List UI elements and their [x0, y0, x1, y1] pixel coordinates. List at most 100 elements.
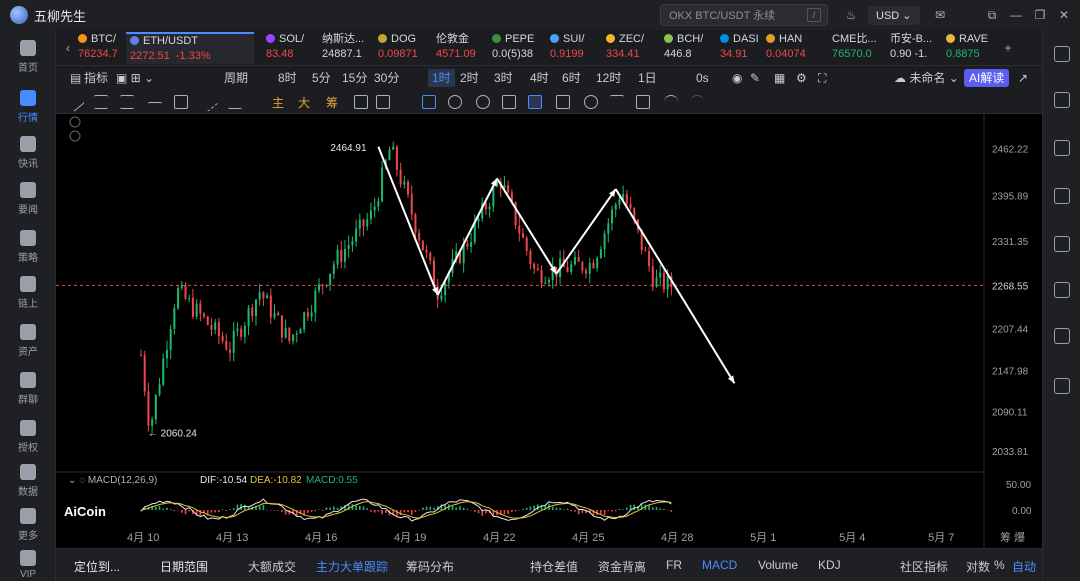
bot-icon[interactable] — [1054, 328, 1070, 344]
minimize-icon[interactable]: — — [1008, 7, 1024, 23]
axis-right-toggles[interactable]: 筹 爆 — [1000, 530, 1025, 544]
transfer-icon[interactable] — [1054, 378, 1070, 394]
interval-3时[interactable]: 3时 — [494, 69, 513, 87]
grid-tool-icon[interactable] — [354, 95, 368, 109]
ticker-6[interactable]: PEPE 0.0(5)38 — [488, 32, 544, 64]
bottom-item-4[interactable]: 筹码分布 — [406, 558, 454, 575]
indicator-icon[interactable]: ▤ — [70, 69, 81, 87]
sidebar-item-9[interactable]: 数据 — [0, 458, 56, 504]
bottom-item-6[interactable]: 资金背离 — [598, 558, 646, 575]
bottom-item-12[interactable]: 对数 — [966, 558, 990, 575]
ticker-5[interactable]: 伦敦金 4571.09 — [432, 32, 486, 64]
sidebar-item-1[interactable]: 行情 — [0, 84, 56, 130]
interval-6时[interactable]: 6时 — [562, 69, 581, 87]
layout-name[interactable]: ☁ 未命名 ⌄ — [894, 69, 959, 87]
measure-tool-icon[interactable] — [228, 95, 242, 109]
parallel-tool-icon[interactable] — [94, 95, 108, 109]
interval-8时[interactable]: 8时 — [278, 69, 297, 87]
ticker-1[interactable]: ETH/USDT 2272.51 -1.33% — [126, 32, 254, 64]
candlestick-chart[interactable]: 2462.22 2395.89 2331.35 2268.55 2207.44 2147.… — [56, 114, 1042, 548]
period-button[interactable]: 周期 — [224, 69, 248, 87]
close-icon[interactable]: ✕ — [1056, 7, 1072, 23]
share-icon[interactable]: ↗ — [1018, 69, 1028, 87]
popout-icon[interactable]: ⧉ — [984, 7, 1000, 23]
channel-tool-icon[interactable] — [120, 95, 134, 109]
undo-icon[interactable] — [664, 95, 678, 109]
bottom-item-11[interactable]: 社区指标 — [900, 558, 948, 575]
mail-icon[interactable]: ✉ — [932, 7, 948, 23]
bottom-item-3[interactable]: 主力大单跟踪 — [316, 558, 388, 575]
bottom-item-13[interactable]: % — [994, 558, 1005, 572]
macd-title[interactable]: ⌄ ◌ MACD(12,26,9) — [68, 475, 157, 486]
template-icon[interactable]: ▣ ⊞ ⌄ — [116, 69, 154, 87]
currency-select[interactable]: USD ⌄ — [868, 6, 920, 25]
ticker-12[interactable]: CME比... 76570.0 — [828, 32, 884, 64]
ai-button[interactable]: AI解读 — [964, 69, 1010, 87]
ticker-2[interactable]: SOL/83.48 — [262, 32, 314, 64]
sidebar-item-10[interactable]: 更多 — [0, 502, 56, 548]
ticker-4[interactable]: DOG 0.09871 — [374, 32, 428, 64]
sidebar-item-4[interactable]: 策略 — [0, 224, 56, 270]
copy-tool-icon[interactable] — [422, 95, 436, 109]
interval-4时[interactable]: 4时 — [530, 69, 549, 87]
ticker-14[interactable]: RAVE 0.8875 — [942, 32, 990, 64]
ticker-3[interactable]: 纳斯达... 24887.1 — [318, 32, 370, 64]
interval-1日[interactable]: 1日 — [638, 69, 657, 87]
sidebar-item-0[interactable]: 首页 — [0, 34, 56, 80]
delete-tool-icon[interactable] — [636, 95, 650, 109]
bottom-item-7[interactable]: FR — [666, 558, 682, 572]
watchlist-icon[interactable] — [1054, 46, 1070, 62]
fib-tool-icon[interactable] — [199, 92, 219, 112]
sidebar-item-5[interactable]: 链上 — [0, 270, 56, 316]
interval-15分[interactable]: 15分 — [342, 69, 367, 87]
add-ticker-icon[interactable]: + — [1000, 40, 1016, 56]
ticker-10[interactable]: DASI 34.91 — [716, 32, 760, 64]
ticker-8[interactable]: ZEC/334.41 — [602, 32, 656, 64]
bottom-item-2[interactable]: 大额成交 — [248, 558, 296, 575]
positions-icon[interactable] — [1054, 188, 1070, 204]
interval-1时[interactable]: 1时 — [428, 69, 455, 87]
bottom-item-0[interactable]: 定位到... — [74, 558, 120, 575]
redo-icon[interactable] — [690, 95, 704, 109]
large-order-toggle[interactable]: 大 — [298, 94, 310, 111]
layout-icon[interactable]: ▦ — [774, 69, 785, 87]
news-feed-icon[interactable] — [1054, 282, 1070, 298]
interval-0s[interactable]: 0s — [696, 69, 709, 87]
indicator-button[interactable]: 指标 — [84, 69, 108, 87]
bottom-item-5[interactable]: 持仓差值 — [530, 558, 578, 575]
bottom-item-14[interactable]: 自动 — [1012, 558, 1036, 575]
ticker-0[interactable]: BTC/76234.7 — [74, 32, 124, 64]
filter-tool-icon[interactable] — [610, 95, 624, 109]
calculator-icon[interactable] — [1054, 236, 1070, 252]
trades-icon[interactable] — [1054, 140, 1070, 156]
expand-toggle-icon[interactable] — [69, 130, 81, 142]
ticker-11[interactable]: HAN 0.04074 — [762, 32, 820, 64]
settings-icon[interactable]: ⚙ — [796, 69, 807, 87]
interval-2时[interactable]: 2时 — [460, 69, 479, 87]
annotation-arrows[interactable] — [377, 146, 736, 384]
bottom-item-9[interactable]: Volume — [758, 558, 798, 572]
zoom-tool-icon[interactable] — [476, 95, 490, 109]
fullscreen-icon[interactable]: ⛶ — [818, 69, 826, 87]
lock-tool-icon[interactable] — [556, 95, 570, 109]
sidebar-item-7[interactable]: 群聊 — [0, 366, 56, 412]
sidebar-item-8[interactable]: 授权 — [0, 414, 56, 460]
sidebar-item-6[interactable]: 资产 — [0, 318, 56, 364]
rect-tool-icon[interactable] — [174, 95, 188, 109]
orderbook-icon[interactable] — [1054, 92, 1070, 108]
search-input[interactable]: OKX BTC/USDT 永续 / — [660, 4, 828, 26]
eye-tool-icon[interactable] — [584, 95, 598, 109]
interval-12时[interactable]: 12时 — [596, 69, 621, 87]
ticker-13[interactable]: 币安-B... 0.90 -1. — [886, 32, 940, 64]
brush-tool-icon[interactable] — [502, 95, 516, 109]
interval-30分[interactable]: 30分 — [374, 69, 399, 87]
bottom-item-10[interactable]: KDJ — [818, 558, 841, 572]
chart-area[interactable]: 2462.22 2395.89 2331.35 2268.55 2207.44 2147.… — [56, 114, 1042, 548]
interval-5分[interactable]: 5分 — [312, 69, 331, 87]
ticker-9[interactable]: BCH/446.8 — [660, 32, 714, 64]
pen-icon[interactable]: ✎ — [750, 69, 760, 87]
camera-icon[interactable]: ◉ — [732, 69, 742, 87]
magnet-tool-icon[interactable] — [448, 95, 462, 109]
sidebar-item-3[interactable]: 要闻 — [0, 176, 56, 222]
main-force-toggle[interactable]: 主 — [272, 94, 284, 111]
